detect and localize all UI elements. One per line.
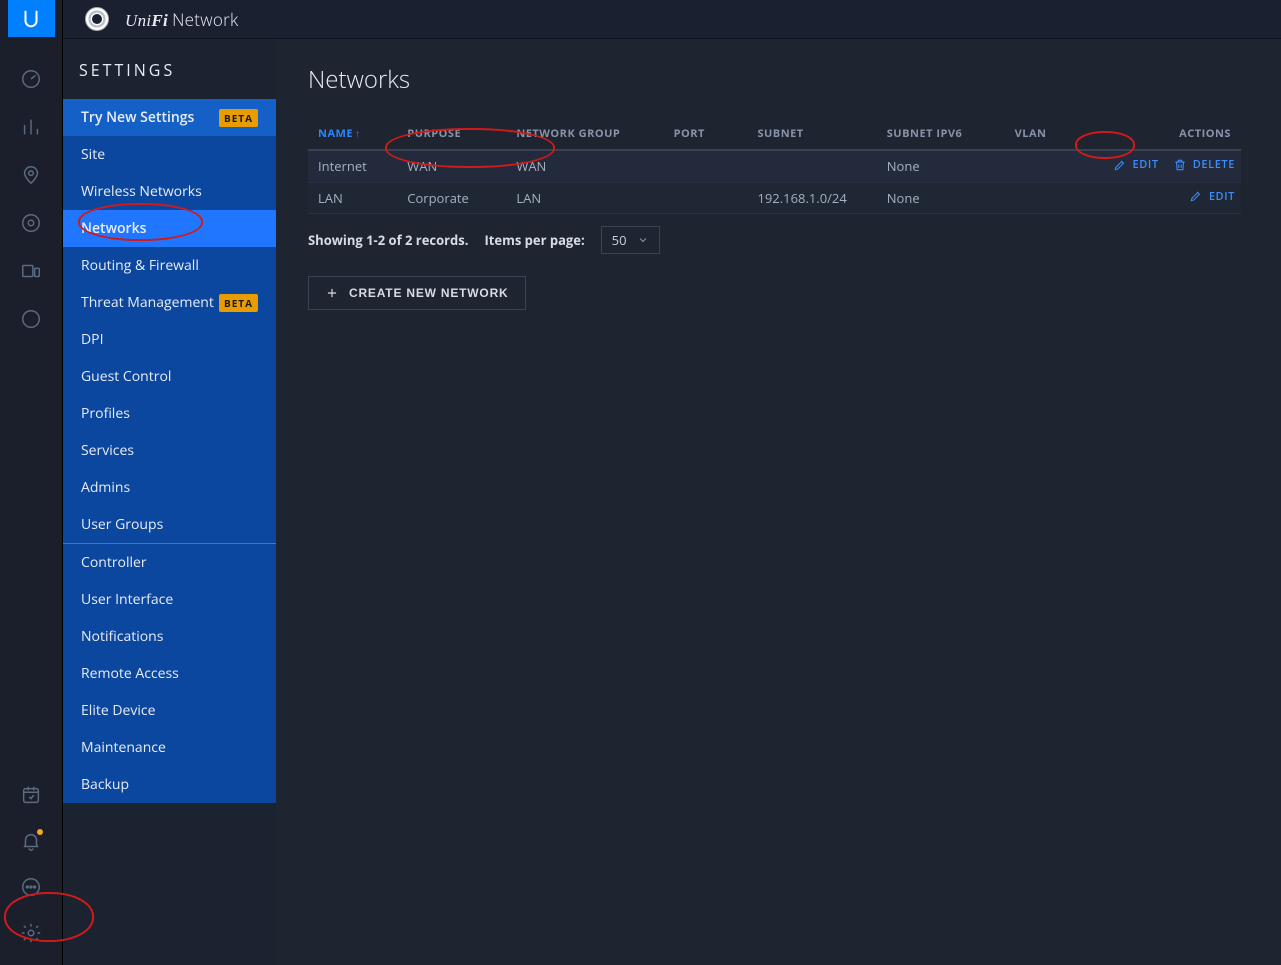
sidebar-item-label: Remote Access [81,664,179,683]
sidebar-item-threat-management[interactable]: Threat Management BETA [63,284,276,321]
sidebar-item-dpi[interactable]: DPI [63,321,276,358]
sidebar-item-site[interactable]: Site [63,136,276,173]
cell-name: LAN [308,182,397,214]
sidebar-item-label: Profiles [81,404,130,423]
beta-badge: BETA [219,294,258,312]
dashboard-icon[interactable] [19,67,43,91]
alerts-icon[interactable] [19,829,43,853]
map-icon[interactable] [19,163,43,187]
sidebar-item-admins[interactable]: Admins [63,469,276,506]
sidebar-item-label: Notifications [81,627,163,646]
sidebar-item-wireless-networks[interactable]: Wireless Networks [63,173,276,210]
chat-icon[interactable] [19,875,43,899]
sidebar-item-label: Threat Management [81,293,214,312]
cell-actions: EDIT DELETE [1089,150,1241,182]
app-title: UniFi Network [125,8,239,31]
cell-port [664,150,748,182]
page-title: Networks [308,63,1241,96]
table-footer: Showing 1-2 of 2 records. Items per page… [308,226,1241,254]
sidebar-item-label: Elite Device [81,701,155,720]
col-port[interactable]: PORT [664,118,748,150]
sidebar-item-label: Networks [81,219,146,238]
cell-purpose: WAN [397,150,506,182]
statistics-icon[interactable] [19,115,43,139]
sidebar-item-label: Services [81,441,134,460]
app-badge-icon[interactable] [85,7,109,31]
networks-table: NAME↑ PURPOSE NETWORK GROUP PORT SUBNET … [308,118,1241,214]
cell-ipv6: None [877,150,1005,182]
left-rail [0,0,63,965]
cell-subnet: 192.168.1.0/24 [747,182,876,214]
cell-group: LAN [506,182,663,214]
cell-ipv6: None [877,182,1005,214]
col-group[interactable]: NETWORK GROUP [506,118,663,150]
table-row[interactable]: LANCorporateLAN 192.168.1.0/24None EDIT [308,182,1241,214]
sidebar-item-controller[interactable]: Controller [63,544,276,581]
content-pane: Networks NAME↑ PURPOSE NETWORK GROUP POR… [276,39,1281,965]
events-icon[interactable] [19,783,43,807]
settings-sidebar: SETTINGS Try New Settings BETA Site Wireles… [63,39,276,965]
clients-icon[interactable] [19,259,43,283]
items-per-page-select[interactable]: 50 [601,226,660,254]
devices-icon[interactable] [19,211,43,235]
sidebar-item-maintenance[interactable]: Maintenance [63,729,276,766]
cell-actions: EDIT [1089,182,1241,214]
unifi-logo[interactable] [8,0,55,37]
col-name[interactable]: NAME↑ [308,118,397,150]
sidebar-item-label: Guest Control [81,367,171,386]
sidebar-item-services[interactable]: Services [63,432,276,469]
settings-gear-icon[interactable] [19,921,43,945]
sidebar-item-label: Try New Settings [81,108,194,127]
sidebar-item-backup[interactable]: Backup [63,766,276,803]
pencil-icon [1113,158,1127,172]
cell-port [664,182,748,214]
sidebar-item-user-groups[interactable]: User Groups [63,506,276,543]
sidebar-item-remote-access[interactable]: Remote Access [63,655,276,692]
insights-icon[interactable] [19,307,43,331]
sidebar-item-elite-device[interactable]: Elite Device [63,692,276,729]
cell-name: Internet [308,150,397,182]
sidebar-item-user-interface[interactable]: User Interface [63,581,276,618]
col-actions: ACTIONS [1089,118,1241,150]
cell-subnet [747,150,876,182]
cell-vlan [1005,182,1089,214]
plus-icon [325,286,339,300]
sidebar-item-label: Controller [81,553,147,572]
col-subnet[interactable]: SUBNET [747,118,876,150]
sidebar-item-label: User Groups [81,515,163,534]
edit-button[interactable]: EDIT [1113,157,1159,172]
sidebar-item-profiles[interactable]: Profiles [63,395,276,432]
settings-heading: SETTINGS [63,59,276,99]
sidebar-item-notifications[interactable]: Notifications [63,618,276,655]
top-bar: UniFi Network [63,0,1281,39]
col-vlan[interactable]: VLAN [1005,118,1089,150]
sidebar-item-label: Routing & Firewall [81,256,199,275]
pencil-icon [1189,189,1203,203]
sidebar-item-guest-control[interactable]: Guest Control [63,358,276,395]
sidebar-item-try-new-settings[interactable]: Try New Settings BETA [63,99,276,136]
sidebar-item-label: User Interface [81,590,173,609]
chevron-down-icon [637,234,649,246]
sidebar-item-label: DPI [81,330,104,349]
cell-group: WAN [506,150,663,182]
delete-button[interactable]: DELETE [1173,157,1235,172]
col-ipv6[interactable]: SUBNET IPV6 [877,118,1005,150]
sidebar-item-label: Maintenance [81,738,166,757]
create-network-button[interactable]: CREATE NEW NETWORK [308,276,526,310]
col-purpose[interactable]: PURPOSE [397,118,506,150]
sidebar-item-label: Wireless Networks [81,182,202,201]
sidebar-item-label: Backup [81,775,129,794]
sidebar-item-routing-firewall[interactable]: Routing & Firewall [63,247,276,284]
table-row[interactable]: InternetWANWANNoneEDITDELETE [308,150,1241,182]
trash-icon [1173,158,1187,172]
items-per-page-label: Items per page: [484,231,584,249]
records-text: Showing 1-2 of 2 records. [308,231,468,249]
edit-button[interactable]: EDIT [1189,189,1235,204]
cell-purpose: Corporate [397,182,506,214]
sidebar-item-networks[interactable]: Networks [63,210,276,247]
cell-vlan [1005,150,1089,182]
sidebar-item-label: Admins [81,478,130,497]
sidebar-item-label: Site [81,145,105,164]
beta-badge: BETA [219,109,258,127]
